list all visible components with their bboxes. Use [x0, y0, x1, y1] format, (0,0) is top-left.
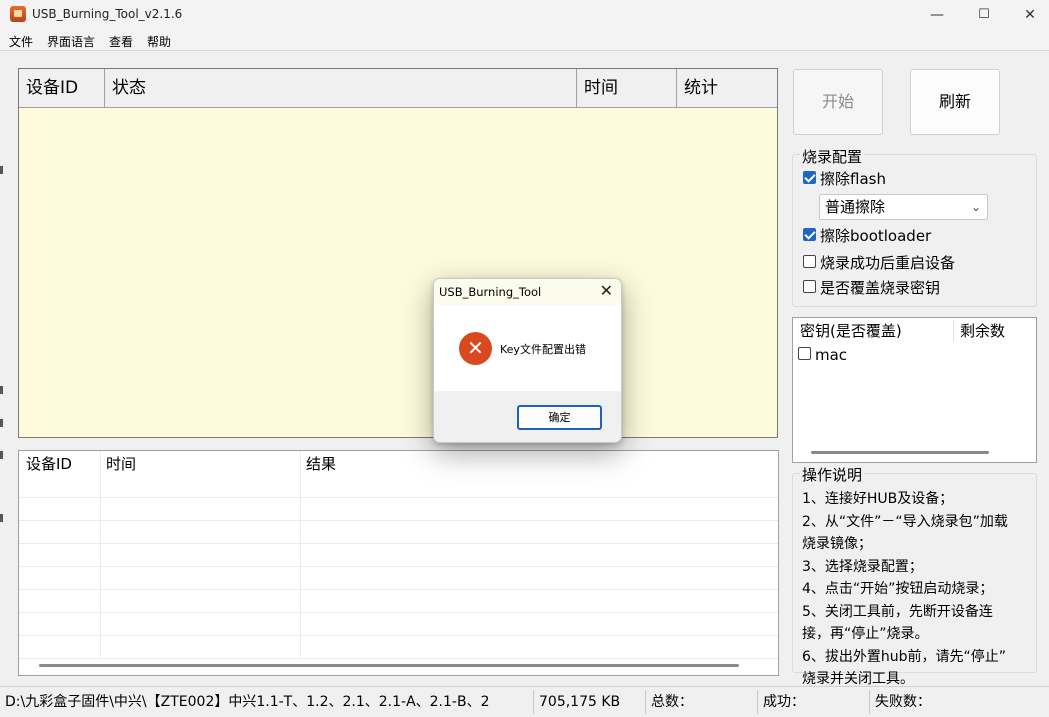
menu-file[interactable]: 文件 [9, 33, 33, 50]
result-column-device-id[interactable]: 设备ID [19, 451, 72, 478]
result-column-time[interactable]: 时间 [99, 451, 136, 478]
grid-line [100, 451, 101, 658]
instruction-line: 3、选择烧录配置； [802, 558, 923, 575]
instruction-line: 接，再“停止”烧录。 [802, 626, 929, 642]
key-row-mac[interactable]: mac [798, 345, 847, 365]
status-success: 成功： [763, 694, 805, 710]
dialog-title-bar: USB_Burning_Tool ✕ [434, 279, 621, 305]
burn-config-title: 烧录配置 [800, 146, 865, 167]
key-column-key[interactable]: 密钥(是否覆盖) [793, 318, 902, 345]
erase-bootloader-checkbox[interactable]: 擦除bootloader [803, 226, 931, 246]
column-stats[interactable]: 统计 [677, 69, 777, 108]
result-table-scrollbar[interactable] [39, 664, 739, 667]
grid-line [19, 658, 778, 659]
grid-line [19, 497, 778, 498]
window-title: USB_Burning_Tool_v2.1.6 [32, 7, 183, 21]
left-edge-mark [0, 514, 3, 522]
grid-line [19, 589, 778, 590]
overwrite-key-checkbox[interactable]: 是否覆盖烧录密钥 [803, 278, 940, 298]
column-status[interactable]: 状态 [105, 69, 577, 108]
instructions-title: 操作说明 [800, 464, 865, 485]
status-bar: D:\九彩盒子固件\中兴\【ZTE002】中兴1.1-T、1.2、2.1、2.1… [0, 686, 1049, 716]
grid-line [19, 566, 778, 567]
status-file-path: D:\九彩盒子固件\中兴\【ZTE002】中兴1.1-T、1.2、2.1、2.1… [5, 694, 490, 710]
left-edge-mark [0, 451, 3, 459]
checkbox-checked-icon[interactable] [803, 228, 816, 241]
instruction-line: 4、点击“开始”按钮启动烧录； [802, 581, 994, 597]
grid-line [300, 451, 301, 658]
dialog-body: ✕ Key文件配置出错 [434, 305, 621, 391]
grid-line [19, 520, 778, 521]
key-table-scrollbar[interactable] [811, 451, 989, 454]
ok-button[interactable]: 确定 [517, 405, 602, 430]
menu-bar: 文件 界面语言 查看 帮助 [0, 30, 1049, 50]
refresh-button[interactable]: 刷新 [910, 69, 1000, 135]
erase-mode-select[interactable]: 普通擦除 ⌄ [819, 194, 988, 220]
start-button[interactable]: 开始 [793, 69, 883, 135]
status-failed: 失败数： [875, 694, 931, 710]
menu-language[interactable]: 界面语言 [47, 33, 95, 50]
dialog-title: USB_Burning_Tool [439, 285, 542, 299]
instruction-line: 烧录镜像； [802, 536, 872, 552]
erase-flash-checkbox[interactable]: 擦除flash [803, 169, 886, 189]
title-bar: USB_Burning_Tool_v2.1.6 — ☐ ✕ [0, 0, 1049, 30]
instruction-line: 5、关闭工具前，先断开设备连 [802, 603, 993, 620]
device-table-header: 设备ID 状态 时间 统计 [19, 69, 777, 108]
instructions-text: 1、连接好HUB及设备； 2、从“文件”－“导入烧录包”加载 烧录镜像； 3、选… [802, 488, 1032, 691]
key-row-label: mac [815, 346, 848, 364]
checkbox-unchecked-icon[interactable] [803, 280, 816, 293]
result-column-result[interactable]: 结果 [299, 451, 336, 478]
erase-bootloader-label: 擦除bootloader [820, 227, 932, 245]
checkbox-unchecked-icon[interactable] [798, 347, 811, 360]
minimize-button[interactable]: — [914, 0, 960, 30]
left-edge-mark [0, 419, 3, 427]
key-table[interactable]: 密钥(是否覆盖) 剩余数 mac [792, 317, 1037, 463]
dialog-message: Key文件配置出错 [500, 343, 586, 356]
column-time[interactable]: 时间 [577, 69, 677, 108]
chevron-down-icon: ⌄ [970, 200, 981, 214]
reboot-after-label: 烧录成功后重启设备 [820, 254, 956, 272]
maximize-button[interactable]: ☐ [961, 0, 1007, 30]
checkbox-checked-icon[interactable] [803, 171, 816, 184]
instruction-line: 1、连接好HUB及设备； [802, 491, 954, 507]
erase-flash-label: 擦除flash [820, 170, 886, 188]
column-device-id[interactable]: 设备ID [19, 69, 105, 108]
menu-view[interactable]: 查看 [109, 33, 133, 50]
error-icon: ✕ [459, 332, 492, 365]
app-icon [10, 6, 26, 22]
erase-mode-value: 普通擦除 [825, 198, 886, 216]
close-button[interactable]: ✕ [1007, 0, 1049, 30]
grid-line [19, 635, 778, 636]
instruction-line: 2、从“文件”－“导入烧录包”加载 [802, 513, 1008, 530]
key-column-remaining[interactable]: 剩余数 [953, 318, 1005, 345]
status-file-size: 705,175 KB [539, 694, 621, 710]
grid-line [19, 543, 778, 544]
left-edge-mark [0, 386, 3, 394]
status-total: 总数： [651, 694, 693, 710]
result-table[interactable]: 设备ID 时间 结果 [18, 450, 779, 676]
left-edge-mark [0, 166, 3, 174]
menu-help[interactable]: 帮助 [147, 33, 171, 50]
instruction-line: 6、拔出外置hub前，请先“停止” [802, 648, 1007, 665]
grid-line [19, 612, 778, 613]
reboot-after-checkbox[interactable]: 烧录成功后重启设备 [803, 253, 955, 273]
dialog-close-icon[interactable]: ✕ [600, 281, 613, 300]
device-table[interactable]: 设备ID 状态 时间 统计 [18, 68, 778, 438]
error-dialog: USB_Burning_Tool ✕ ✕ Key文件配置出错 确定 [433, 278, 622, 443]
checkbox-unchecked-icon[interactable] [803, 255, 816, 268]
overwrite-key-label: 是否覆盖烧录密钥 [820, 279, 941, 297]
